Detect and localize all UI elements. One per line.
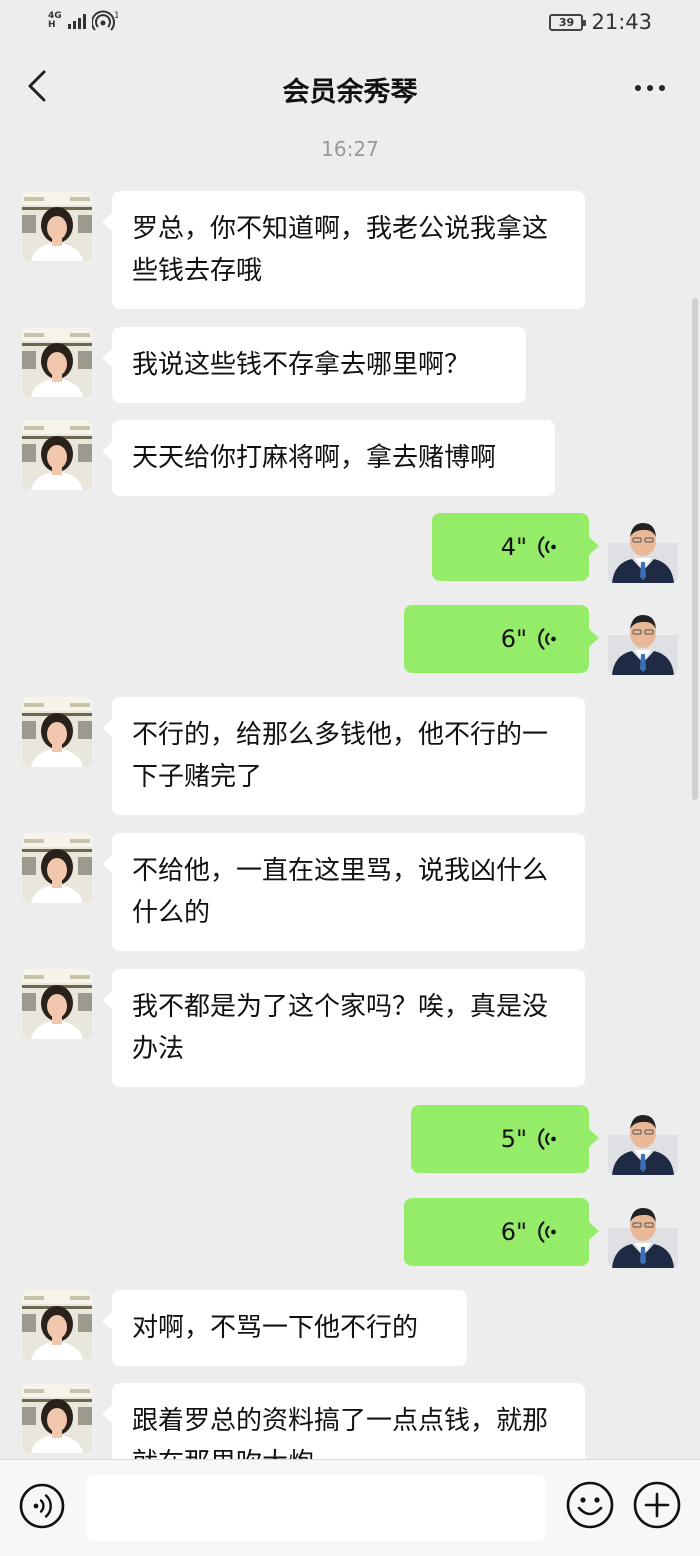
avatar-image bbox=[22, 191, 92, 261]
avatar-image bbox=[22, 1383, 92, 1453]
incoming-message[interactable]: 不给他，一直在这里骂，说我凶什么什么的 bbox=[102, 833, 585, 951]
incoming-message[interactable]: 罗总，你不知道啊，我老公说我拿这些钱去存哦 bbox=[102, 191, 585, 309]
contact-avatar[interactable] bbox=[22, 1290, 92, 1360]
chat-header: 会员余秀琴 bbox=[0, 44, 700, 130]
status-right: 39 21:43 bbox=[549, 10, 652, 34]
outgoing-voice-message[interactable]: 5" bbox=[411, 1105, 599, 1173]
my-avatar[interactable] bbox=[608, 605, 678, 675]
message-text: 我说这些钱不存拿去哪里啊？ bbox=[132, 350, 471, 380]
status-bar: 4G H 1 39 21:43 bbox=[0, 0, 700, 44]
message-text: 不行的，给那么多钱他，他不行的一下子赌完了 bbox=[132, 720, 549, 792]
incoming-message[interactable]: 我不都是为了这个家吗？唉，真是没办法 bbox=[102, 969, 585, 1087]
contact-avatar[interactable] bbox=[22, 327, 92, 397]
more-button[interactable] bbox=[630, 70, 670, 106]
avatar-image bbox=[22, 697, 92, 767]
signal-icon bbox=[67, 13, 86, 29]
avatar-image bbox=[22, 420, 92, 490]
status-left: 4G H 1 bbox=[48, 10, 118, 32]
message-text: 天天给你打麻将啊，拿去赌博啊 bbox=[132, 443, 497, 473]
voice-wave-icon bbox=[537, 1218, 559, 1246]
voice-input-icon bbox=[19, 1483, 65, 1529]
voice-message-content: 6" bbox=[501, 622, 559, 656]
avatar-image bbox=[22, 1290, 92, 1360]
network-sub-label: H bbox=[48, 20, 56, 30]
message-input[interactable] bbox=[87, 1475, 545, 1541]
input-bar bbox=[0, 1459, 700, 1556]
voice-duration: 5" bbox=[500, 1125, 527, 1153]
avatar-image bbox=[22, 969, 92, 1039]
avatar-image bbox=[608, 513, 678, 583]
avatar-image bbox=[608, 1198, 678, 1268]
avatar-image bbox=[608, 1105, 678, 1175]
my-avatar[interactable] bbox=[608, 1198, 678, 1268]
contact-avatar[interactable] bbox=[22, 969, 92, 1039]
voice-wave-icon bbox=[537, 1125, 559, 1153]
chat-scrollbar[interactable] bbox=[692, 298, 698, 800]
message-text: 罗总，你不知道啊，我老公说我拿这些钱去存哦 bbox=[132, 214, 549, 286]
incoming-message[interactable]: 对啊，不骂一下他不行的 bbox=[102, 1290, 467, 1366]
more-dots-icon bbox=[635, 85, 641, 91]
hotspot-icon: 1 bbox=[91, 10, 118, 31]
voice-duration: 6" bbox=[500, 1218, 527, 1246]
contact-avatar[interactable] bbox=[22, 420, 92, 490]
clock: 21:43 bbox=[591, 10, 652, 34]
voice-wave-icon bbox=[537, 625, 559, 653]
hotspot-count: 1 bbox=[114, 11, 118, 21]
incoming-message[interactable]: 天天给你打麻将啊，拿去赌博啊 bbox=[102, 420, 555, 496]
battery-icon: 39 bbox=[549, 13, 587, 31]
message-text: 我不都是为了这个家吗？唉，真是没办法 bbox=[132, 992, 549, 1064]
chat-timestamp: 16:27 bbox=[321, 137, 379, 161]
voice-message-content: 5" bbox=[501, 1122, 559, 1156]
voice-message-content: 4" bbox=[501, 530, 559, 564]
avatar-image bbox=[22, 833, 92, 903]
outgoing-voice-message[interactable]: 6" bbox=[404, 1198, 599, 1266]
voice-duration: 4" bbox=[500, 533, 527, 561]
voice-input-button[interactable] bbox=[18, 1482, 66, 1530]
incoming-message[interactable]: 不行的，给那么多钱他，他不行的一下子赌完了 bbox=[102, 697, 585, 815]
avatar-image bbox=[22, 327, 92, 397]
plus-icon bbox=[633, 1481, 681, 1529]
avatar-image bbox=[608, 605, 678, 675]
incoming-message[interactable]: 我说这些钱不存拿去哪里啊？ bbox=[102, 327, 526, 403]
plus-button[interactable] bbox=[632, 1480, 682, 1530]
outgoing-voice-message[interactable]: 6" bbox=[404, 605, 599, 673]
more-dot bbox=[659, 85, 665, 91]
message-text: 不给他，一直在这里骂，说我凶什么什么的 bbox=[132, 856, 549, 928]
voice-wave-icon bbox=[537, 533, 559, 561]
contact-avatar[interactable] bbox=[22, 191, 92, 261]
page-title: 会员余秀琴 bbox=[282, 77, 418, 108]
outgoing-voice-message[interactable]: 4" bbox=[432, 513, 599, 581]
contact-avatar[interactable] bbox=[22, 833, 92, 903]
voice-message-content: 6" bbox=[501, 1215, 559, 1249]
my-avatar[interactable] bbox=[608, 1105, 678, 1175]
more-dot bbox=[647, 85, 653, 91]
network-type: 4G H bbox=[48, 12, 62, 30]
emoji-icon bbox=[566, 1481, 614, 1529]
message-text: 对啊，不骂一下他不行的 bbox=[132, 1313, 419, 1343]
contact-avatar[interactable] bbox=[22, 697, 92, 767]
my-avatar[interactable] bbox=[608, 513, 678, 583]
emoji-button[interactable] bbox=[565, 1480, 615, 1530]
contact-avatar[interactable] bbox=[22, 1383, 92, 1453]
voice-duration: 6" bbox=[500, 625, 527, 653]
